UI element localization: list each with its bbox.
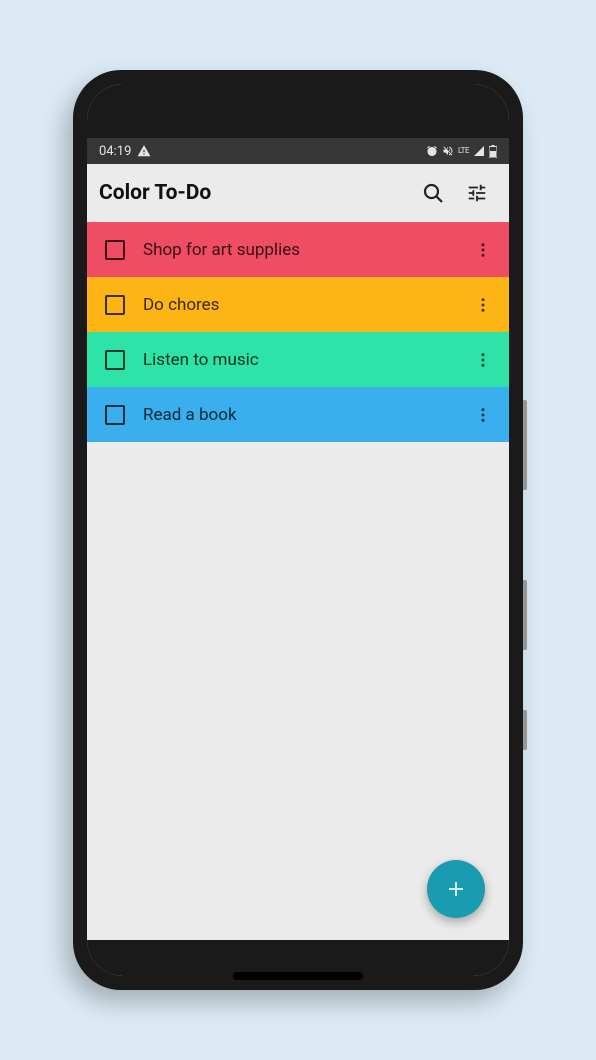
app-title: Color To-Do xyxy=(99,181,411,205)
phone-frame: 04:19 LTE Color To-Do Shop f xyxy=(73,70,523,990)
checkbox[interactable] xyxy=(105,240,125,260)
phone-side-button xyxy=(523,710,527,750)
more-vert-icon xyxy=(474,351,492,369)
bezel-bottom xyxy=(87,940,509,976)
battery-icon xyxy=(489,145,497,158)
status-right: LTE xyxy=(426,145,497,158)
todo-label: Shop for art supplies xyxy=(143,240,447,260)
more-button[interactable] xyxy=(465,397,501,433)
signal-icon xyxy=(473,145,485,157)
todo-label: Listen to music xyxy=(143,350,447,370)
alarm-icon xyxy=(426,145,438,157)
todo-item[interactable]: Do chores xyxy=(87,277,509,332)
phone-side-button xyxy=(523,580,527,650)
screen: 04:19 LTE Color To-Do Shop f xyxy=(87,84,509,976)
more-vert-icon xyxy=(474,296,492,314)
bezel-top xyxy=(87,84,509,138)
status-bar: 04:19 LTE xyxy=(87,138,509,164)
more-button[interactable] xyxy=(465,342,501,378)
todo-item[interactable]: Read a book xyxy=(87,387,509,442)
warning-icon xyxy=(137,144,151,158)
checkbox[interactable] xyxy=(105,405,125,425)
todo-label: Do chores xyxy=(143,295,447,315)
top-bar: Color To-Do xyxy=(87,164,509,222)
more-button[interactable] xyxy=(465,232,501,268)
more-vert-icon xyxy=(474,406,492,424)
search-button[interactable] xyxy=(411,171,455,215)
search-icon xyxy=(421,181,445,205)
add-button[interactable] xyxy=(427,860,485,918)
filter-button[interactable] xyxy=(455,171,499,215)
mute-icon xyxy=(442,145,454,157)
todo-list: Shop for art supplies Do chores Listen t… xyxy=(87,222,509,442)
checkbox[interactable] xyxy=(105,350,125,370)
more-button[interactable] xyxy=(465,287,501,323)
status-time: 04:19 xyxy=(99,144,131,159)
todo-item[interactable]: Shop for art supplies xyxy=(87,222,509,277)
tune-icon xyxy=(466,182,488,204)
phone-side-button xyxy=(523,400,527,490)
checkbox[interactable] xyxy=(105,295,125,315)
more-vert-icon xyxy=(474,241,492,259)
nav-pill xyxy=(233,972,363,980)
todo-item[interactable]: Listen to music xyxy=(87,332,509,387)
lte-icon: LTE xyxy=(458,147,469,155)
plus-icon xyxy=(444,877,468,901)
todo-label: Read a book xyxy=(143,405,447,425)
